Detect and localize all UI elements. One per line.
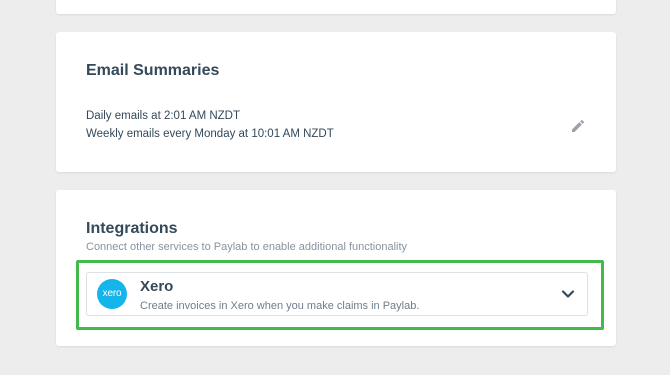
previous-card [56, 0, 616, 14]
xero-logo: xero [97, 279, 127, 309]
edit-email-summaries-button[interactable] [570, 118, 586, 134]
daily-email-schedule: Daily emails at 2:01 AM NZDT [86, 110, 241, 122]
integration-name: Xero [140, 278, 174, 295]
weekly-email-schedule: Weekly emails every Monday at 10:01 AM N… [86, 128, 334, 140]
integrations-card: Integrations Connect other services to P… [56, 190, 616, 346]
integrations-title: Integrations [86, 220, 178, 237]
xero-integration-item[interactable]: xero Xero Create invoices in Xero when y… [86, 272, 588, 316]
email-summaries-title: Email Summaries [86, 62, 220, 79]
integration-description: Create invoices in Xero when you make cl… [140, 300, 420, 312]
expand-xero-button[interactable] [561, 287, 575, 301]
integrations-subtitle: Connect other services to Paylab to enab… [86, 241, 408, 253]
chevron-down-icon [561, 290, 575, 298]
pencil-icon [572, 119, 585, 132]
email-summaries-card: Email Summaries Daily emails at 2:01 AM … [56, 32, 616, 172]
